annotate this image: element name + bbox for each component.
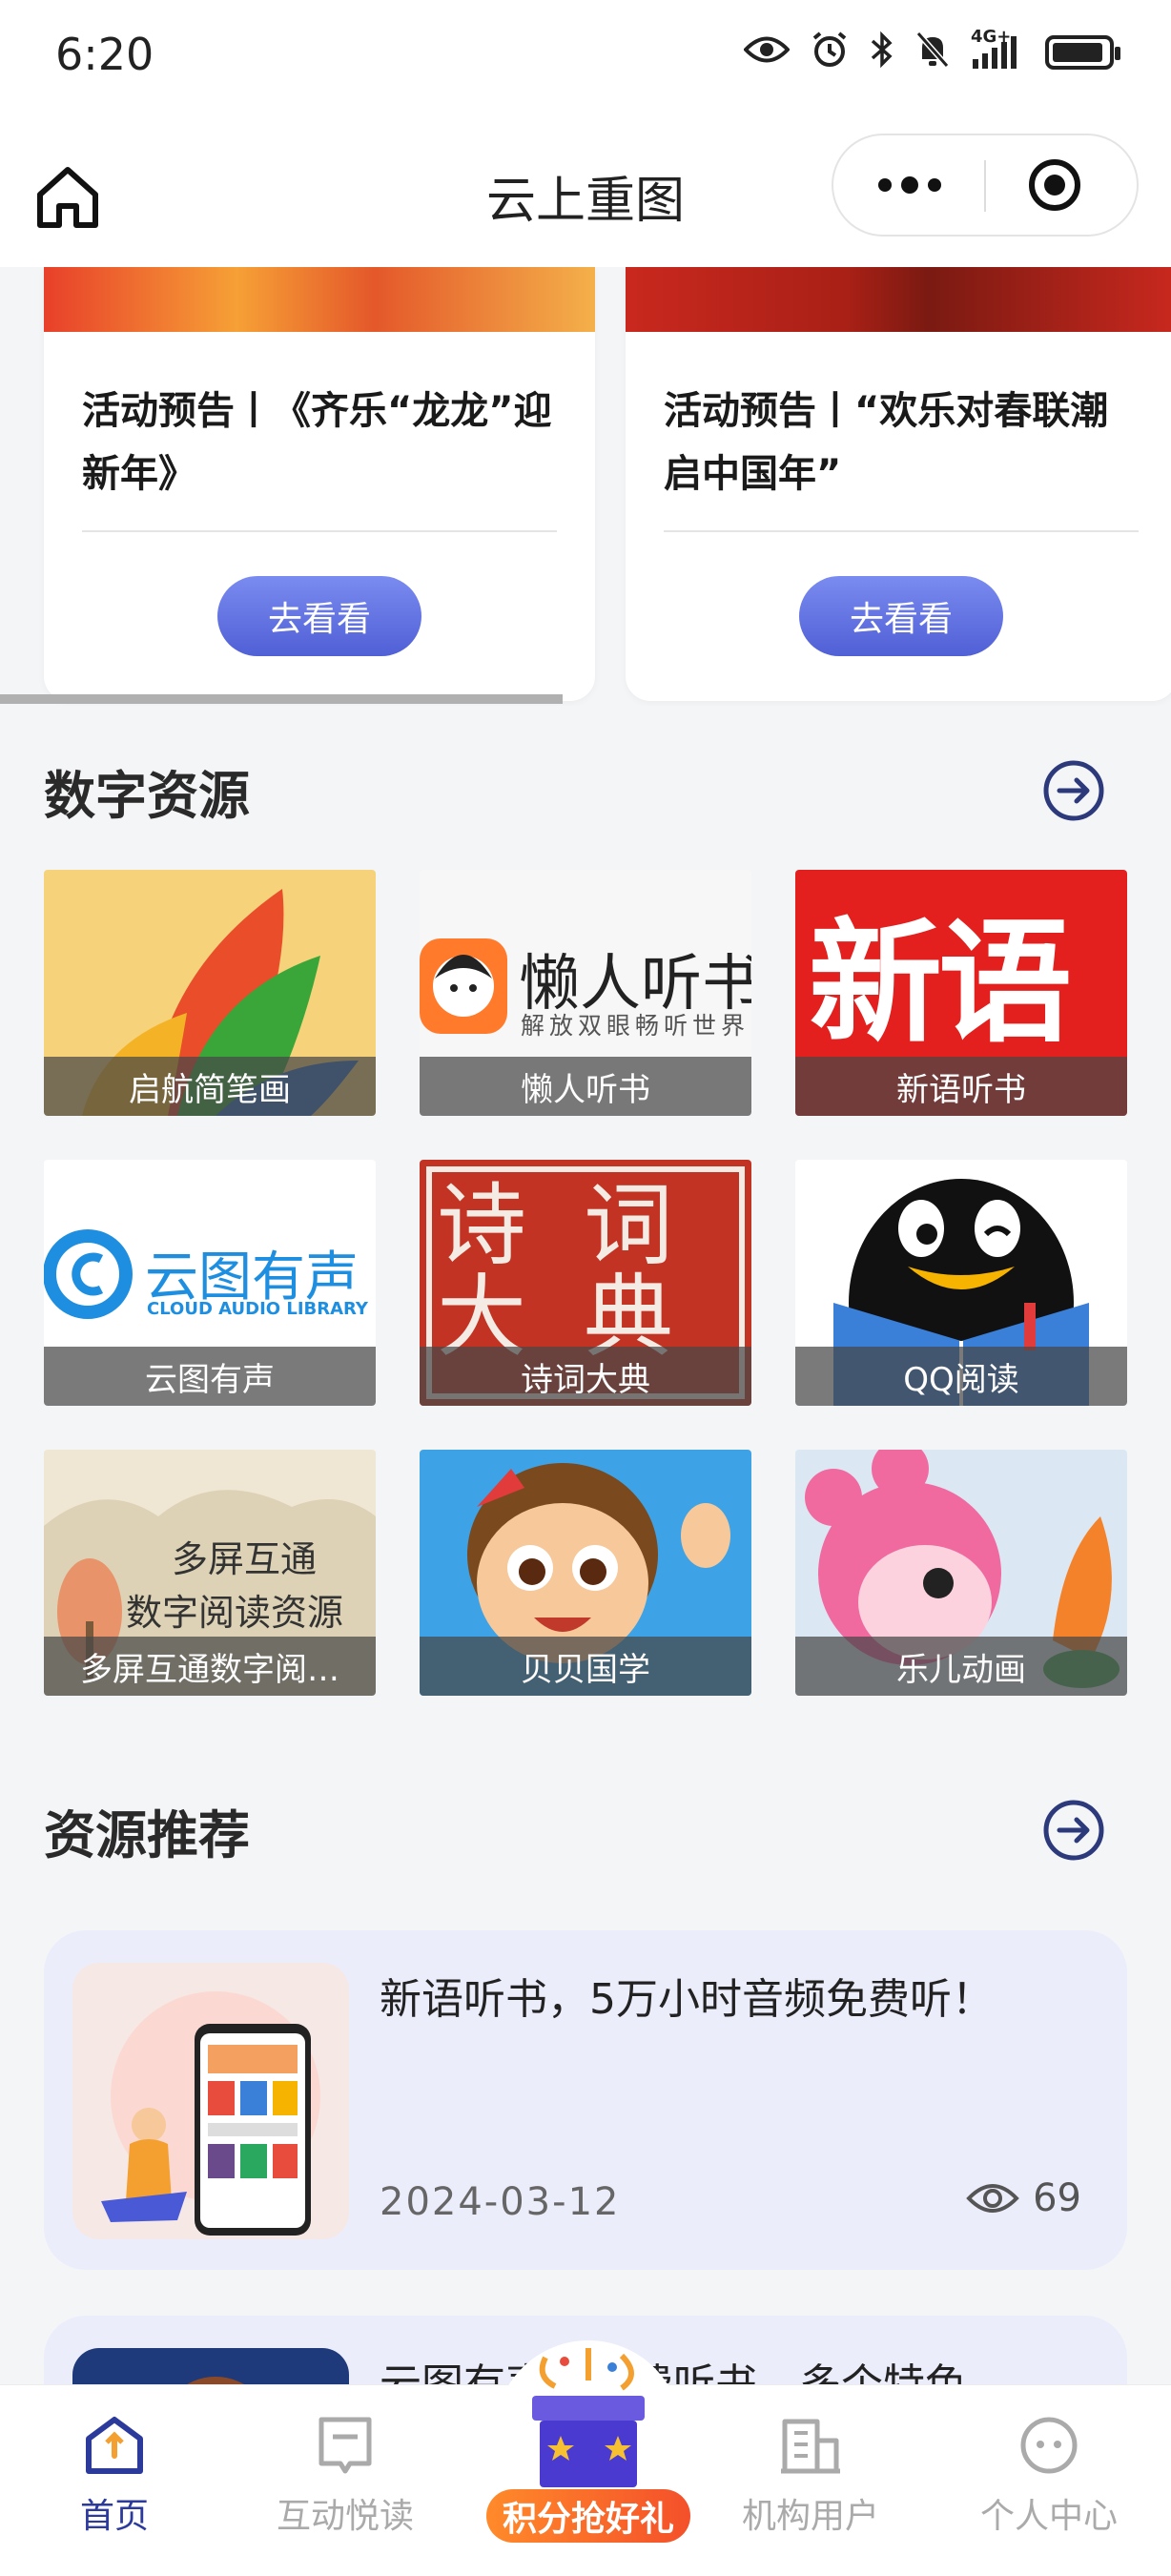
- activity-carousel[interactable]: 活动预告丨《齐乐“龙龙”迎新年》 去看看 活动预告丨“欢乐对春联潮启中国年” 去…: [0, 267, 1171, 706]
- recommend-card[interactable]: 新语听书，5万小时音频免费听！ 2024-03-12 69: [44, 1930, 1127, 2270]
- mute-bell-icon: [915, 31, 950, 74]
- resource-tile[interactable]: 诗词大典 诗词大典: [420, 1160, 751, 1406]
- mini-program-capsule: [832, 134, 1139, 237]
- recommend-date: 2024-03-12: [380, 2180, 621, 2224]
- resource-label: 懒人听书: [420, 1057, 751, 1116]
- resource-tile[interactable]: 贝贝国学: [420, 1450, 751, 1696]
- xinyu-logo-text: 新语: [809, 906, 1072, 1061]
- resource-label: 乐儿动画: [795, 1637, 1127, 1696]
- home-tab-icon: [86, 2417, 143, 2474]
- alarm-icon: [811, 31, 849, 74]
- arrow-right-circle-icon[interactable]: [1041, 758, 1106, 823]
- lanren-logo-subtext: 解放双眼畅听世界: [521, 1012, 750, 1040]
- face-icon: [1020, 2417, 1078, 2474]
- tab-home[interactable]: 首页: [19, 2414, 210, 2538]
- status-time: 6:20: [55, 29, 154, 80]
- resource-label: 多屏互通数字阅…: [44, 1637, 376, 1696]
- activity-title: 活动预告丨“欢乐对春联潮启中国年”: [664, 389, 1109, 496]
- resource-tile[interactable]: 启航简笔画: [44, 870, 376, 1116]
- resource-tile[interactable]: 新语 新语听书: [795, 870, 1127, 1116]
- resource-label: QQ阅读: [795, 1347, 1127, 1406]
- nav-bar: 云上重图: [0, 114, 1171, 267]
- gift-box-icon: [495, 2340, 682, 2527]
- status-icons: 4G+: [743, 29, 1120, 74]
- bluetooth-icon: [870, 31, 894, 74]
- activity-card[interactable]: 活动预告丨“欢乐对春联潮启中国年” 去看看: [626, 267, 1171, 701]
- resource-label: 启航简笔画: [44, 1057, 376, 1116]
- activity-card[interactable]: 活动预告丨《齐乐“龙龙”迎新年》 去看看: [44, 267, 595, 701]
- carousel-scrollbar: [0, 694, 563, 704]
- view-count-value: 69: [1033, 2176, 1081, 2220]
- points-gift-button[interactable]: 积分抢好礼: [479, 2339, 698, 2558]
- eye-icon: [743, 33, 791, 72]
- close-target-icon[interactable]: [1026, 156, 1083, 214]
- recommend-title: 新语听书，5万小时音频免费听！: [380, 1975, 994, 2024]
- battery-icon: [1045, 35, 1120, 70]
- recommend-thumbnail: [72, 1963, 349, 2239]
- tab-label: 互动悦读: [276, 2497, 414, 2536]
- network-type: 4G+: [971, 27, 1012, 47]
- tab-personal-center[interactable]: 个人中心: [954, 2414, 1144, 2538]
- duoping-logo-text: 多屏互通: [172, 1538, 318, 1580]
- resource-tile[interactable]: 乐儿动画: [795, 1450, 1127, 1696]
- view-button[interactable]: 去看看: [799, 576, 1003, 656]
- arrow-right-circle-icon[interactable]: [1041, 1798, 1106, 1863]
- view-button[interactable]: 去看看: [217, 576, 421, 656]
- building-icon: [781, 2419, 840, 2474]
- more-menu-button[interactable]: [833, 135, 986, 235]
- yuntu-logo-subtext: CLOUD AUDIO LIBRARY: [147, 1299, 368, 1319]
- activity-image: [626, 267, 1171, 332]
- tab-label: 首页: [79, 2497, 149, 2536]
- resource-tile[interactable]: QQ阅读: [795, 1160, 1127, 1406]
- tab-interactive-reading[interactable]: 互动悦读: [250, 2414, 441, 2538]
- tab-label: 个人中心: [979, 2497, 1118, 2536]
- view-count: 69: [966, 2176, 1081, 2220]
- duoping-logo-subtext: 数字阅读资源: [126, 1592, 344, 1634]
- resource-label: 新语听书: [795, 1057, 1127, 1116]
- shici-logo-text: 诗词大典: [437, 1174, 731, 1370]
- resource-tile[interactable]: 懒人听书 解放双眼畅听世界 懒人听书: [420, 870, 751, 1116]
- home-icon[interactable]: [34, 164, 101, 231]
- section-title-digital: 数字资源: [44, 766, 250, 826]
- eye-icon: [966, 2184, 1019, 2213]
- resource-tile[interactable]: 云图有声 CLOUD AUDIO LIBRARY 云图有声: [44, 1160, 376, 1406]
- resource-label: 诗词大典: [420, 1347, 751, 1406]
- status-bar: 6:20 4G+: [0, 0, 1171, 114]
- signal-icon: 4G+: [971, 29, 1024, 71]
- resource-tile[interactable]: 多屏互通 数字阅读资源 多屏互通数字阅…: [44, 1450, 376, 1696]
- resource-label: 云图有声: [44, 1347, 376, 1406]
- section-title-recommend: 资源推荐: [44, 1805, 250, 1865]
- resource-label: 贝贝国学: [420, 1637, 751, 1696]
- activity-image: [44, 267, 595, 332]
- activity-title: 活动预告丨《齐乐“龙龙”迎新年》: [82, 389, 552, 496]
- tab-institution-users[interactable]: 机构用户: [715, 2414, 906, 2538]
- promo-label: 积分抢好礼: [486, 2489, 690, 2543]
- bookmark-icon: [318, 2417, 372, 2474]
- tab-label: 机构用户: [741, 2497, 879, 2536]
